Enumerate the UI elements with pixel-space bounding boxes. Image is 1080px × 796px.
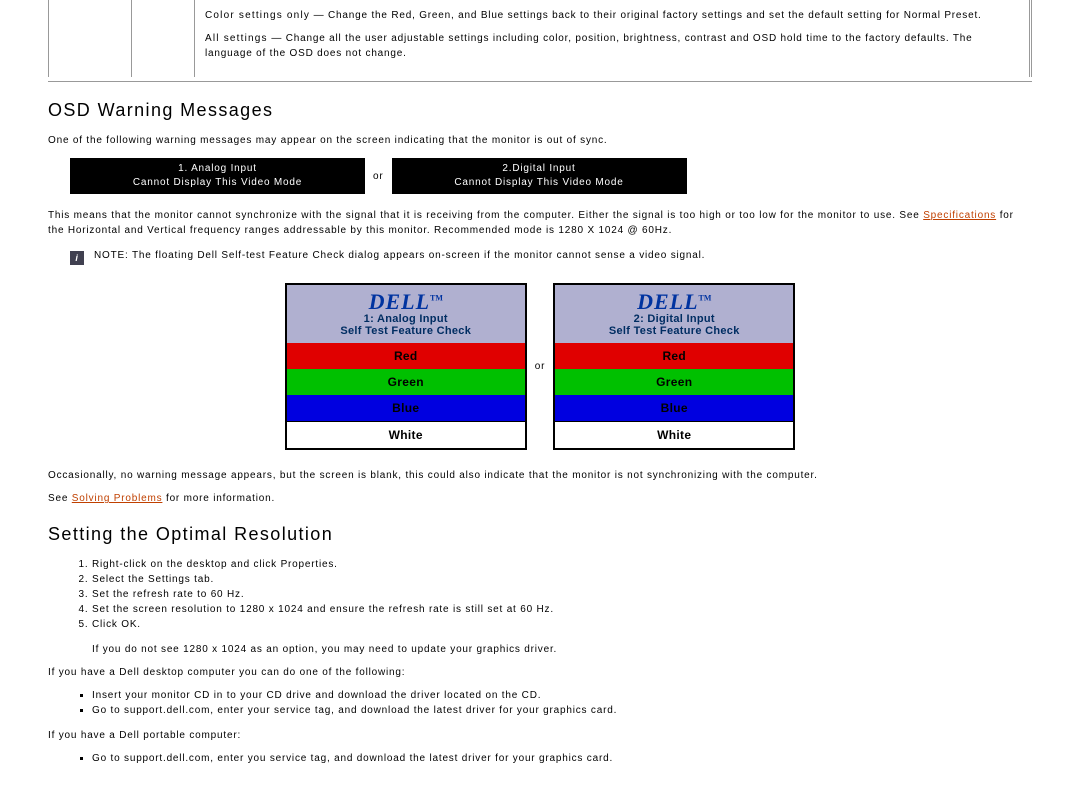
- desktop-intro: If you have a Dell desktop computer you …: [48, 665, 1032, 680]
- selftest-row: DELLTM 1: Analog Input Self Test Feature…: [48, 283, 1032, 450]
- setting-desc-all: Change all the user adjustable settings …: [205, 33, 973, 59]
- selftest-green-1: Green: [287, 369, 525, 395]
- portable-bullet-1: Go to support.dell.com, enter you servic…: [92, 751, 1032, 766]
- selftest-blue-2: Blue: [555, 395, 793, 421]
- selftest-analog-title2: Self Test Feature Check: [287, 325, 525, 337]
- sync-text-pre: This means that the monitor cannot synch…: [48, 210, 923, 221]
- selftest-analog-header: DELLTM 1: Analog Input Self Test Feature…: [287, 285, 525, 343]
- note-icon: i: [70, 251, 84, 265]
- solving-problems-link[interactable]: Solving Problems: [72, 493, 163, 504]
- analog-box-line1: 1. Analog Input: [70, 162, 365, 176]
- see-solving-para: See Solving Problems for more informatio…: [48, 491, 1032, 506]
- or-separator-1: or: [365, 171, 392, 182]
- setting-name-color: Color settings only: [205, 10, 310, 21]
- resolution-steps-list: Right-click on the desktop and click Pro…: [76, 557, 1032, 632]
- desktop-bullet-2: Go to support.dell.com, enter your servi…: [92, 703, 1032, 718]
- setting-desc-color: Change the Red, Green, and Blue settings…: [328, 10, 982, 21]
- setting-sep-2: —: [268, 33, 286, 44]
- desktop-bullet-1: Insert your monitor CD in to your CD dri…: [92, 688, 1032, 703]
- step-5: Click OK.: [92, 617, 1032, 632]
- digital-warning-box: 2.Digital Input Cannot Display This Vide…: [392, 158, 687, 194]
- setting-sep-1: —: [310, 10, 328, 21]
- note-text: NOTE: The floating Dell Self-test Featur…: [94, 250, 705, 261]
- step-1: Right-click on the desktop and click Pro…: [92, 557, 1032, 572]
- osd-intro-text: One of the following warning messages ma…: [48, 133, 1032, 148]
- selftest-green-2: Green: [555, 369, 793, 395]
- table-cell-empty-1: [48, 0, 132, 77]
- selftest-blue-1: Blue: [287, 395, 525, 421]
- table-cell-empty-2: [132, 0, 195, 77]
- resolution-note: If you do not see 1280 x 1024 as an opti…: [92, 642, 1032, 657]
- selftest-red-1: Red: [287, 343, 525, 369]
- selftest-digital-title2: Self Test Feature Check: [555, 325, 793, 337]
- analog-warning-box: 1. Analog Input Cannot Display This Vide…: [70, 158, 365, 194]
- selftest-white-1: White: [287, 421, 525, 448]
- factory-reset-table: Color settings only — Change the Red, Gr…: [48, 0, 1032, 82]
- warning-boxes-row: 1. Analog Input Cannot Display This Vide…: [70, 158, 1032, 194]
- osd-warning-heading: OSD Warning Messages: [48, 100, 1032, 121]
- specifications-link[interactable]: Specifications: [923, 210, 996, 221]
- digital-box-line2: Cannot Display This Video Mode: [454, 177, 623, 188]
- see-post: for more information.: [162, 493, 275, 504]
- dell-logo-1: DELLTM: [369, 291, 443, 313]
- step-4: Set the screen resolution to 1280 x 1024…: [92, 602, 1032, 617]
- selftest-analog-box: DELLTM 1: Analog Input Self Test Feature…: [285, 283, 527, 450]
- portable-bullets: Go to support.dell.com, enter you servic…: [76, 751, 1032, 766]
- desktop-bullets: Insert your monitor CD in to your CD dri…: [76, 688, 1032, 718]
- note-row: i NOTE: The floating Dell Self-test Feat…: [70, 250, 1032, 265]
- occasionally-text: Occasionally, no warning message appears…: [48, 468, 1032, 483]
- portable-intro: If you have a Dell portable computer:: [48, 728, 1032, 743]
- selftest-red-2: Red: [555, 343, 793, 369]
- setting-name-all: All settings: [205, 33, 268, 44]
- selftest-analog-title1: 1: Analog Input: [287, 313, 525, 325]
- see-pre: See: [48, 493, 72, 504]
- analog-box-line2: Cannot Display This Video Mode: [133, 177, 302, 188]
- selftest-digital-header: DELLTM 2: Digital Input Self Test Featur…: [555, 285, 793, 343]
- step-2: Select the Settings tab.: [92, 572, 1032, 587]
- optimal-resolution-heading: Setting the Optimal Resolution: [48, 524, 1032, 545]
- selftest-white-2: White: [555, 421, 793, 448]
- selftest-digital-title1: 2: Digital Input: [555, 313, 793, 325]
- table-cell-content: Color settings only — Change the Red, Gr…: [195, 0, 1032, 77]
- selftest-digital-box: DELLTM 2: Digital Input Self Test Featur…: [553, 283, 795, 450]
- dell-logo-2: DELLTM: [637, 291, 711, 313]
- digital-box-line1: 2.Digital Input: [392, 162, 687, 176]
- or-separator-2: or: [527, 361, 554, 372]
- step-3: Set the refresh rate to 60 Hz.: [92, 587, 1032, 602]
- sync-explanation: This means that the monitor cannot synch…: [48, 208, 1032, 238]
